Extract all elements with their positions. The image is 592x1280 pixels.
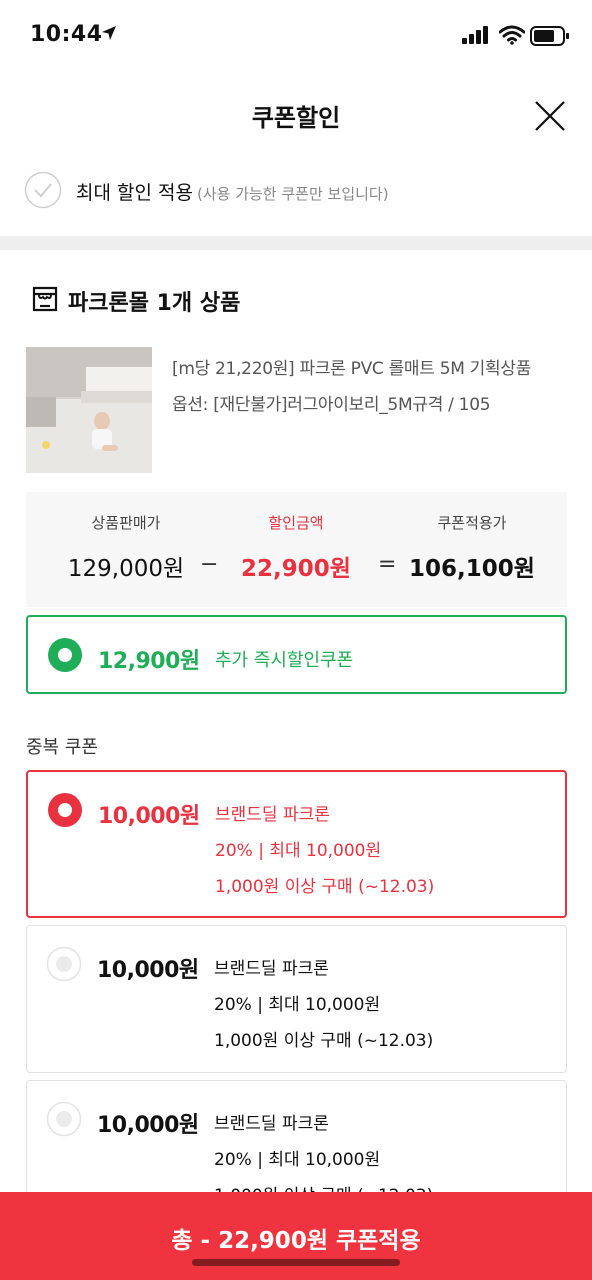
store-icon bbox=[32, 286, 58, 316]
product-option: 옵션: [재단불가]러그아이보리_5M규격 / 105 bbox=[172, 395, 491, 415]
close-icon bbox=[535, 101, 565, 131]
price-summary: 상품판매가 129,000원 − 할인금액 22,900원 = 쿠폰적용가 10… bbox=[26, 492, 567, 607]
close-button[interactable] bbox=[530, 96, 570, 136]
radio-unselected-icon bbox=[46, 1101, 82, 1141]
wifi-icon bbox=[498, 25, 526, 49]
discount-value: 22,900원 bbox=[241, 556, 351, 582]
section-divider bbox=[0, 236, 592, 250]
coupon-condition: 1,000원 이상 구매 (~12.03) bbox=[214, 1031, 434, 1051]
max-discount-toggle[interactable]: 최대 할인 적용 (사용 가능한 쿠폰만 보입니다) bbox=[24, 170, 574, 210]
location-arrow-icon bbox=[100, 24, 118, 46]
page-title: 쿠폰할인 bbox=[251, 104, 341, 132]
coupon-name: 브랜드딜 파크론 bbox=[214, 959, 329, 979]
final-price-label: 쿠폰적용가 bbox=[437, 514, 507, 532]
coupon-amount: 10,000원 bbox=[98, 804, 200, 829]
max-discount-sub-label: (사용 가능한 쿠폰만 보입니다) bbox=[196, 185, 389, 203]
coupon-card[interactable]: 10,000원 브랜드딜 파크론 20% | 최대 10,000원 1,000원… bbox=[26, 770, 567, 918]
product-image bbox=[26, 347, 152, 473]
sale-price-column: 상품판매가 129,000원 bbox=[36, 492, 216, 583]
final-price-value: 106,100원 bbox=[409, 556, 535, 582]
final-price-column: 쿠폰적용가 106,100원 bbox=[382, 492, 562, 583]
header: 쿠폰할인 bbox=[0, 72, 592, 158]
coupon-name: 브랜드딜 파크론 bbox=[215, 805, 330, 825]
store-name: 파크론몰 1개 상품 bbox=[68, 291, 241, 316]
coupon-amount: 10,000원 bbox=[97, 1113, 199, 1138]
coupon-name: 브랜드딜 파크론 bbox=[214, 1114, 329, 1134]
duplicate-coupons-label: 중복 쿠폰 bbox=[26, 737, 98, 758]
instant-coupon-amount: 12,900원 bbox=[98, 649, 200, 674]
radio-selected-icon bbox=[47, 637, 83, 677]
coupon-detail: 20% | 최대 10,000원 bbox=[214, 995, 381, 1015]
cellular-signal-icon bbox=[462, 26, 490, 48]
check-circle-icon bbox=[24, 171, 62, 209]
status-time: 10:44 bbox=[30, 22, 103, 47]
sale-price-value: 129,000원 bbox=[67, 556, 185, 582]
instant-coupon-name: 추가 즉시할인쿠폰 bbox=[215, 650, 354, 671]
coupon-detail: 20% | 최대 10,000원 bbox=[214, 1150, 381, 1170]
battery-icon bbox=[530, 26, 570, 50]
coupon-amount: 10,000원 bbox=[97, 958, 199, 983]
radio-selected-icon bbox=[47, 792, 83, 832]
home-indicator bbox=[192, 1259, 400, 1266]
discount-column: 할인금액 22,900원 bbox=[206, 492, 386, 583]
max-discount-text: 최대 할인 적용 bbox=[76, 182, 193, 204]
coupon-detail: 20% | 최대 10,000원 bbox=[215, 841, 382, 861]
coupon-condition: 1,000원 이상 구매 (~12.03) bbox=[215, 877, 435, 897]
product-title: [m당 21,220원] 파크론 PVC 롤매트 5M 기획상품 bbox=[172, 359, 532, 379]
instant-coupon-card[interactable]: 12,900원 추가 즉시할인쿠폰 bbox=[26, 615, 567, 694]
max-discount-label: 최대 할인 적용 (사용 가능한 쿠폰만 보입니다) bbox=[76, 178, 389, 205]
apply-coupon-button[interactable]: 총 - 22,900원 쿠폰적용 bbox=[0, 1192, 592, 1280]
discount-label: 할인금액 bbox=[268, 514, 324, 532]
sale-price-label: 상품판매가 bbox=[91, 514, 161, 532]
radio-unselected-icon bbox=[46, 946, 82, 986]
coupon-card[interactable]: 10,000원 브랜드딜 파크론 20% | 최대 10,000원 1,000원… bbox=[26, 925, 567, 1073]
status-bar: 10:44 bbox=[0, 0, 592, 72]
